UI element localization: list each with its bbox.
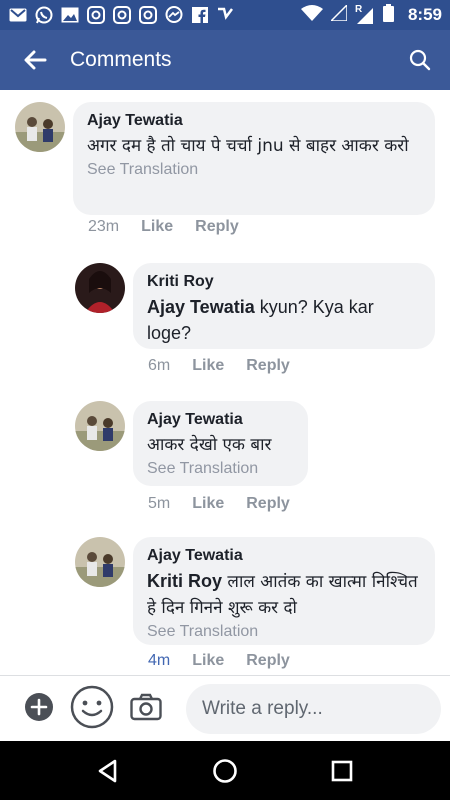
comment-bubble[interactable]: Ajay Tewatia अगर दम है तो चाय पे चर्चा j… <box>73 102 435 215</box>
instagram-icon <box>86 6 106 24</box>
comment-bubble[interactable]: Ajay Tewatia आकर देखो एक बार See Transla… <box>133 401 308 486</box>
avatar[interactable] <box>75 263 125 313</box>
notification-icons <box>8 6 236 24</box>
reply-input[interactable] <box>186 683 441 734</box>
comment-author[interactable]: Ajay Tewatia <box>147 546 421 566</box>
reply-button[interactable]: Reply <box>195 218 239 236</box>
square-recents-icon <box>331 760 352 781</box>
like-button[interactable]: Like <box>141 218 173 236</box>
comment-time: 6m <box>148 357 171 374</box>
app-bar: Comments <box>0 30 450 90</box>
avatar[interactable] <box>15 102 65 152</box>
wifi-icon <box>300 5 323 25</box>
messenger-icon <box>164 6 184 24</box>
instagram-icon <box>138 6 158 24</box>
comment-bubble[interactable]: Kriti Roy Ajay Tewatia kyun? Kya kar log… <box>133 263 435 349</box>
plus-circle-icon <box>25 692 53 721</box>
signal-icon <box>329 3 348 25</box>
comments-list: Ajay Tewatia अगर दम है तो चाय पे चर्चा j… <box>0 90 450 675</box>
see-translation-link[interactable]: See Translation <box>87 159 421 181</box>
add-button[interactable] <box>24 692 54 726</box>
emoji-button[interactable] <box>70 685 114 733</box>
gallery-icon <box>60 6 80 24</box>
reply-comment: Kriti Roy Ajay Tewatia kyun? Kya kar log… <box>0 260 450 390</box>
search-icon <box>409 49 431 71</box>
smiley-icon <box>70 685 114 728</box>
reply-button[interactable]: Reply <box>246 652 290 670</box>
camera-icon <box>130 693 162 720</box>
like-button[interactable]: Like <box>192 357 224 375</box>
reply-comment: Ajay Tewatia Kriti Roy लाल आतंक का खात्म… <box>0 534 450 675</box>
like-button[interactable]: Like <box>192 652 224 670</box>
whatsapp-icon <box>34 6 54 24</box>
roaming-badge: R <box>354 4 363 15</box>
back-button[interactable] <box>0 30 70 90</box>
gmail-icon <box>8 6 28 24</box>
battery-icon <box>382 4 394 26</box>
avatar[interactable] <box>75 537 125 587</box>
page-title: Comments <box>70 48 172 71</box>
comment-time: 5m <box>148 495 171 512</box>
nav-recents-button[interactable] <box>322 751 362 791</box>
nav-back-button[interactable] <box>88 751 128 791</box>
signal-roaming-icon: R <box>354 4 375 24</box>
back-arrow-icon <box>24 50 47 70</box>
comment-author[interactable]: Ajay Tewatia <box>147 410 294 430</box>
clock: 8:59 <box>407 5 442 24</box>
comment-actions: 4m Like Reply <box>148 652 290 670</box>
mention-link[interactable]: Kriti Roy <box>147 571 222 591</box>
status-bar: R 8:59 <box>0 0 450 30</box>
system-status: R 8:59 <box>300 3 442 26</box>
see-translation-link[interactable]: See Translation <box>147 458 294 480</box>
comment-time: 4m <box>148 652 171 669</box>
nav-home-button[interactable] <box>205 751 245 791</box>
system-nav-bar <box>0 741 450 800</box>
instagram-icon <box>112 6 132 24</box>
comment-bubble[interactable]: Ajay Tewatia Kriti Roy लाल आतंक का खात्म… <box>133 537 435 645</box>
comment-time: 23m <box>88 218 120 235</box>
comment-actions: 23m Like Reply <box>88 218 239 236</box>
comment: Ajay Tewatia अगर दम है तो चाय पे चर्चा j… <box>0 90 450 250</box>
comment-text: Ajay Tewatia kyun? Kya kar loge? <box>147 294 421 346</box>
comment-author[interactable]: Kriti Roy <box>147 272 421 292</box>
camera-button[interactable] <box>130 693 162 725</box>
mention-link[interactable]: Ajay Tewatia <box>147 297 255 317</box>
comment-actions: 5m Like Reply <box>148 495 290 513</box>
see-translation-link[interactable]: See Translation <box>147 621 421 643</box>
reply-button[interactable]: Reply <box>246 357 290 375</box>
triangle-back-icon <box>99 759 117 782</box>
comment-actions: 6m Like Reply <box>148 357 290 375</box>
search-button[interactable] <box>404 44 436 76</box>
reply-composer <box>0 675 450 741</box>
reply-button[interactable]: Reply <box>246 495 290 513</box>
comment-author[interactable]: Ajay Tewatia <box>87 111 421 131</box>
reply-comment: Ajay Tewatia आकर देखो एक बार See Transla… <box>0 398 450 528</box>
comment-text: आकर देखो एक बार <box>147 435 272 455</box>
check-icon <box>216 6 236 24</box>
comment-text: अगर दम है तो चाय पे चर्चा jnu से बाहर आक… <box>87 136 409 156</box>
comment-text: Kriti Roy लाल आतंक का खात्मा निश्चित हे … <box>147 568 421 621</box>
facebook-icon <box>190 6 210 24</box>
avatar[interactable] <box>75 401 125 451</box>
like-button[interactable]: Like <box>192 495 224 513</box>
circle-home-icon <box>213 758 237 783</box>
